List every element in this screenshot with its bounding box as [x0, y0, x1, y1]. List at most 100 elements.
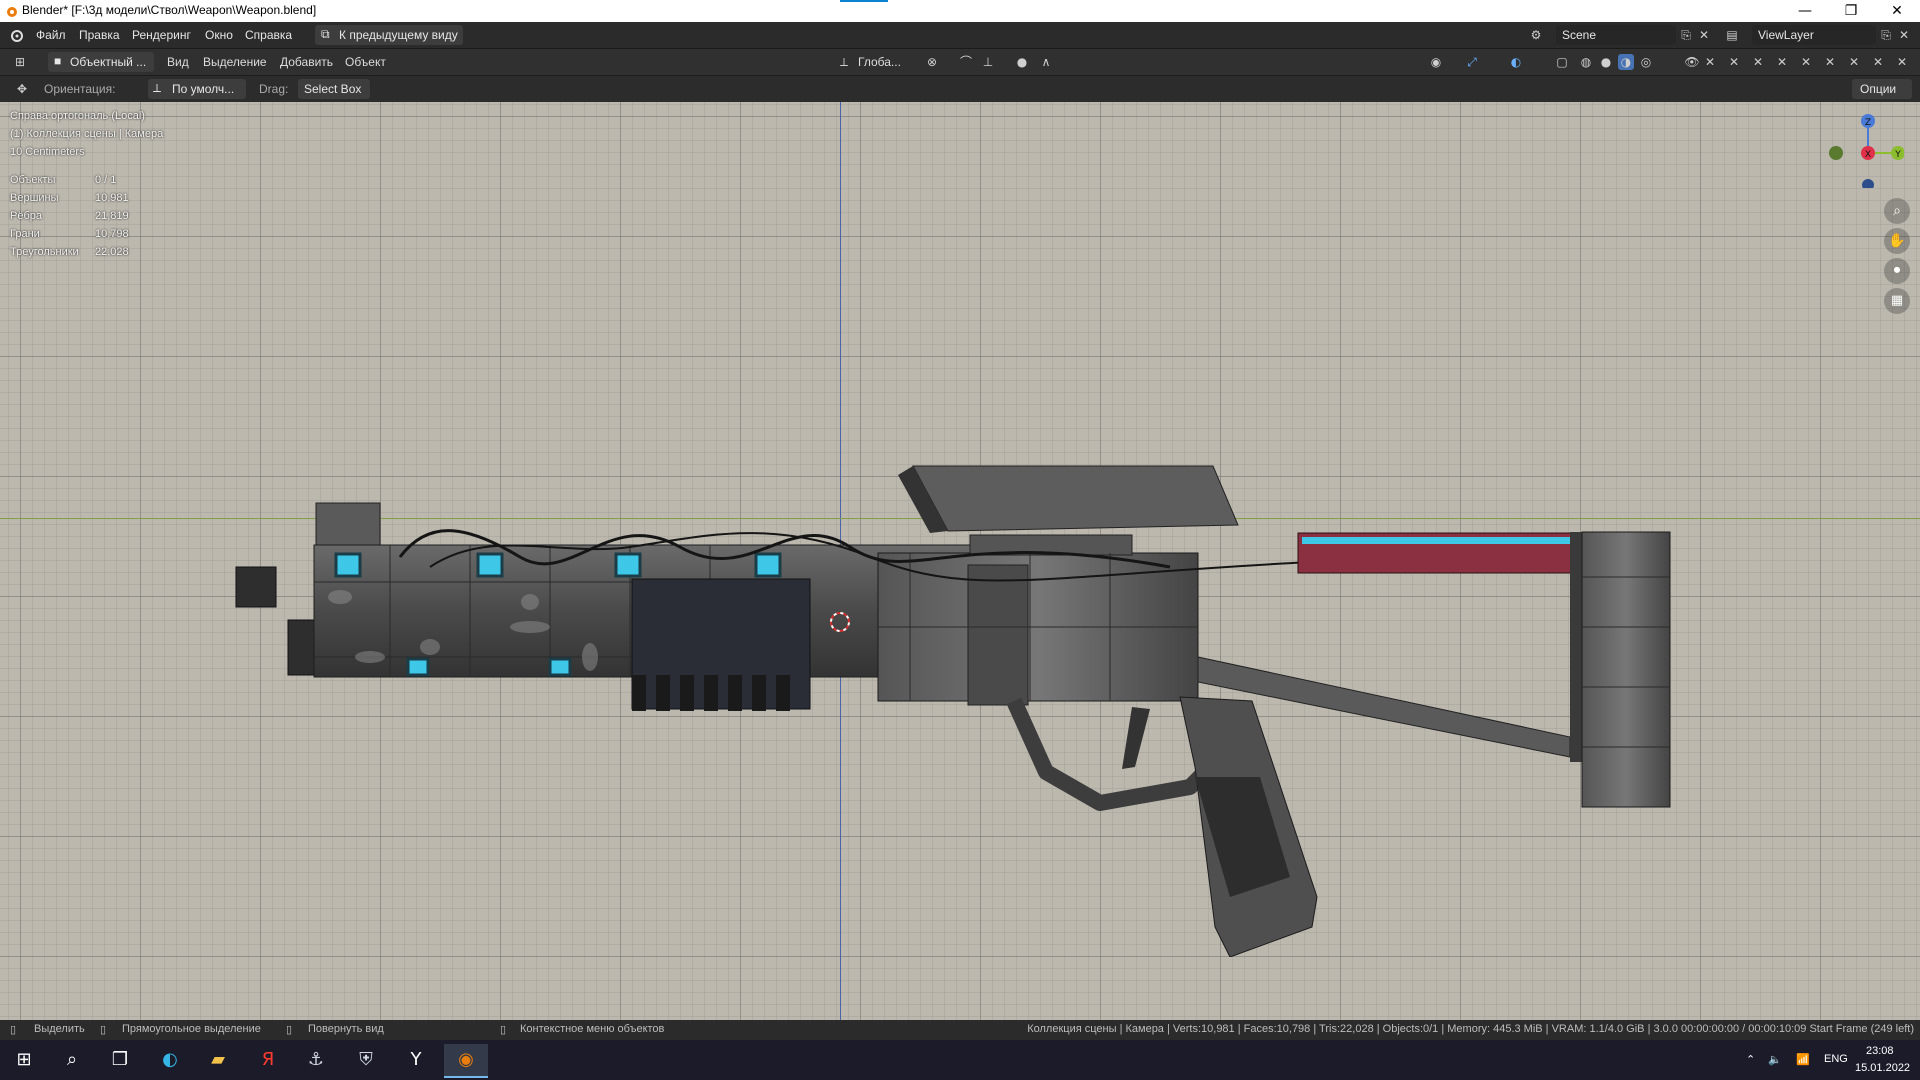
orientation-icon: ⟂ — [153, 81, 162, 95]
task-view-icon[interactable]: ❐ — [98, 1044, 142, 1076]
menu-object[interactable]: Объект — [345, 55, 386, 69]
hide-eye-icon[interactable]: 👁 — [1684, 54, 1700, 70]
tray-chevron-icon[interactable]: ⌃ — [1746, 1053, 1755, 1066]
mouse-right-icon: ▯ — [500, 1024, 507, 1036]
stat-label: Рёбра — [10, 210, 42, 222]
perspective-grid-icon[interactable]: ▦ — [1884, 288, 1910, 314]
lock-y-icon[interactable]: ✕ — [1726, 54, 1742, 70]
navigation-gizmo[interactable]: Z Y X — [1824, 108, 1904, 188]
solid-shading-icon[interactable]: ● — [1598, 54, 1614, 70]
language-indicator[interactable]: ENG — [1824, 1053, 1848, 1065]
transform-orientation-dropdown[interactable]: Глоба... — [858, 55, 901, 69]
network-icon[interactable]: 📶 — [1796, 1053, 1810, 1066]
volume-icon[interactable]: 🔈 — [1768, 1053, 1782, 1066]
active-collection: (1) Коллекция сцены | Камера — [10, 128, 164, 140]
weapon-model[interactable] — [230, 357, 1690, 957]
overlays-icon[interactable]: ◐ — [1508, 54, 1524, 70]
xray-icon[interactable]: ▢ — [1554, 54, 1570, 70]
lock-b-icon[interactable]: ✕ — [1798, 54, 1814, 70]
edge-browser-icon[interactable]: ◐ — [148, 1044, 192, 1076]
lock-c-icon[interactable]: ✕ — [1822, 54, 1838, 70]
gizmo-toggle-icon[interactable]: ⤢ — [1464, 54, 1480, 70]
yandex-icon[interactable]: Я — [246, 1044, 290, 1076]
scene-field[interactable]: Scene — [1556, 25, 1676, 45]
material-shading-icon[interactable]: ◑ — [1618, 54, 1634, 70]
close-button[interactable]: ✕ — [1874, 0, 1920, 22]
scene-icon[interactable]: ⚙ — [1528, 27, 1544, 43]
menu-add[interactable]: Добавить — [280, 55, 333, 69]
visibility-icon[interactable]: ◉ — [1428, 54, 1444, 70]
status-rotate-view: Повернуть вид — [308, 1023, 384, 1035]
3d-viewport[interactable]: Справа ортогональ (Local) (1) Коллекция … — [0, 102, 1920, 1020]
start-windows-icon[interactable]: ⊞ — [2, 1044, 46, 1076]
clock-time[interactable]: 23:08 — [1866, 1045, 1894, 1057]
status-bar: ▯ Выделить ▯ Прямоугольное выделение ▯ П… — [0, 1020, 1920, 1040]
clock-date[interactable]: 15.01.2022 — [1855, 1062, 1910, 1074]
snap-target-icon[interactable]: ⊥ — [980, 54, 996, 70]
lock-z-icon[interactable]: ✕ — [1750, 54, 1766, 70]
transform-orientation-icon: ⟂ — [839, 55, 848, 69]
editor-type-icon[interactable]: ⊞ — [12, 54, 28, 70]
menu-select[interactable]: Выделение — [203, 55, 267, 69]
zoom-icon[interactable]: ⌕ — [1884, 198, 1910, 224]
world-of-tanks-icon[interactable]: ⛨ — [344, 1044, 388, 1076]
svg-text:X: X — [1865, 150, 1871, 160]
view-layer-field[interactable]: ViewLayer — [1752, 25, 1876, 45]
proportional-edit-icon[interactable]: ● — [1014, 54, 1030, 70]
camera-view-icon[interactable]: ⏺ — [1884, 258, 1910, 284]
pan-hand-icon[interactable]: ✋ — [1884, 228, 1910, 254]
menu-window[interactable]: Окно — [205, 28, 233, 42]
status-context-menu: Контекстное меню объектов — [520, 1023, 665, 1035]
orientation-label: Ориентация: — [44, 82, 116, 96]
lock-e-icon[interactable]: ✕ — [1870, 54, 1886, 70]
options-dropdown[interactable]: Опции — [1852, 79, 1912, 99]
back-icon: ⧉ — [321, 27, 330, 41]
file-explorer-icon[interactable]: ▰ — [196, 1044, 240, 1076]
snap-icon[interactable]: ⌒ — [958, 54, 974, 70]
new-scene-icon[interactable]: ⎘ — [1678, 27, 1694, 43]
minimize-button[interactable]: — — [1782, 0, 1828, 22]
search-icon[interactable]: ⌕ — [50, 1044, 94, 1076]
status-scene-info: Коллекция сцены | Камера | Verts:10,981 … — [1027, 1023, 1914, 1035]
world-of-warships-icon[interactable]: ⚓ — [294, 1044, 338, 1076]
new-view-layer-icon[interactable]: ⎘ — [1878, 27, 1894, 43]
yandex-browser-icon[interactable]: Y — [394, 1044, 438, 1076]
svg-text:Y: Y — [1894, 150, 1901, 160]
orientation-dropdown[interactable]: ⟂ По умолч... — [148, 79, 246, 99]
menu-file[interactable]: Файл — [36, 28, 66, 42]
drag-dropdown[interactable]: Select Box — [298, 79, 370, 99]
move-tool-icon[interactable]: ✥ — [14, 81, 30, 97]
delete-scene-icon[interactable]: ✕ — [1696, 27, 1712, 43]
menu-view[interactable]: Вид — [167, 55, 189, 69]
delete-view-layer-icon[interactable]: ✕ — [1896, 27, 1912, 43]
mode-dropdown[interactable]: ■ Объектный ... — [48, 52, 154, 72]
lock-d-icon[interactable]: ✕ — [1846, 54, 1862, 70]
view-layer-icon[interactable]: ▤ — [1724, 27, 1740, 43]
wireframe-shading-icon[interactable]: ◍ — [1578, 54, 1594, 70]
menu-help[interactable]: Справка — [245, 28, 292, 42]
menu-edit[interactable]: Правка — [79, 28, 120, 42]
title-accent — [840, 0, 888, 2]
stat-value: 0 / 1 — [95, 174, 117, 186]
rendered-shading-icon[interactable]: ◎ — [1638, 54, 1654, 70]
stat-label: Вершины — [10, 192, 59, 204]
lock-x-icon[interactable]: ✕ — [1702, 54, 1718, 70]
stat-value: 22,028 — [95, 246, 129, 258]
mouse-drag-icon: ▯ — [100, 1024, 107, 1036]
lock-a-icon[interactable]: ✕ — [1774, 54, 1790, 70]
blender-taskbar-icon[interactable]: ◉ — [444, 1044, 488, 1078]
falloff-icon[interactable]: ∧ — [1038, 54, 1054, 70]
grid-scale: 10 Centimeters — [10, 146, 85, 158]
menu-render[interactable]: Рендеринг — [132, 28, 191, 42]
restore-button[interactable]: ❐ — [1828, 0, 1874, 22]
drag-label: Drag: — [259, 82, 289, 96]
tool-settings-bar: ✥ Ориентация: ⟂ По умолч... Drag: Select… — [0, 76, 1920, 103]
pivot-icon[interactable]: ⊗ — [924, 54, 940, 70]
stat-label: Объекты — [10, 174, 56, 186]
blender-menu-icon[interactable] — [8, 27, 24, 43]
stat-value: 21,819 — [95, 210, 129, 222]
lock-f-icon[interactable]: ✕ — [1894, 54, 1910, 70]
back-to-previous-button[interactable]: ⧉ К предыдущему виду — [315, 25, 463, 45]
object-mode-icon: ■ — [54, 54, 62, 68]
window-title-bar: Blender* [F:\3д модели\Ствол\Weapon\Weap… — [0, 0, 1920, 22]
